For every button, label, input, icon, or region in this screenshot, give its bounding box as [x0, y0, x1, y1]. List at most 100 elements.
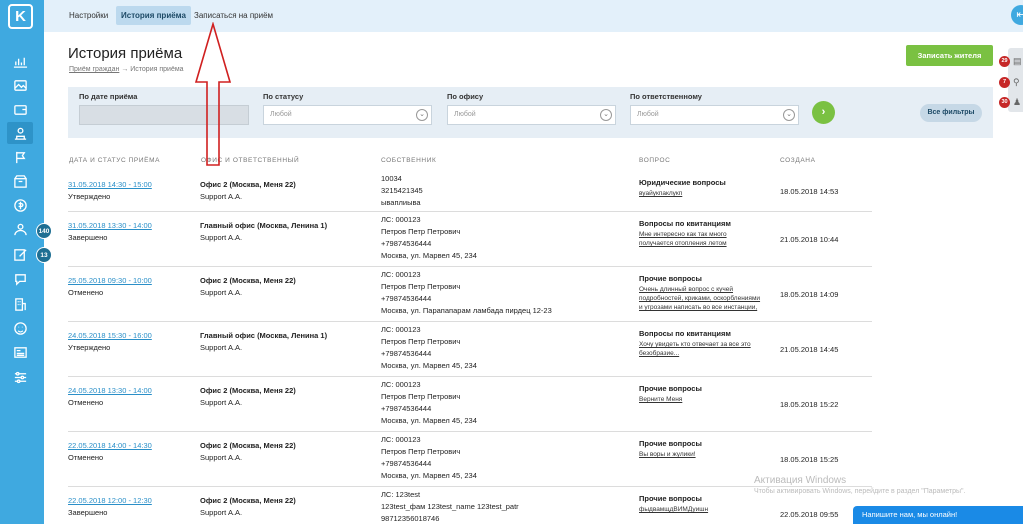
- owner-line: Петров Петр Петрович: [381, 227, 461, 236]
- sidebar: K 140 13: [0, 0, 52, 524]
- owner-line: Москва, ул. Парапапарам ламбада пирдец 1…: [381, 306, 552, 315]
- owner-line: 3215421345: [381, 186, 423, 195]
- table-row[interactable]: 22.05.2018 14:00 - 14:30 Отменено Офис 2 (…: [68, 432, 872, 487]
- owner-line: Петров Петр Петрович: [381, 392, 461, 401]
- date-cell: 22.05.2018 12:00 - 12:30 Завершено: [68, 495, 152, 519]
- created-date: 18.05.2018 15:25: [780, 454, 839, 464]
- appointment-date-link[interactable]: 24.05.2018 15:30 - 16:00: [68, 331, 152, 340]
- chevron-down-icon: ⌄: [600, 109, 612, 121]
- office-filter-select[interactable]: Любой ⌄: [447, 105, 616, 125]
- office-filter-value: Любой: [454, 111, 476, 118]
- settings-sliders-icon[interactable]: [7, 366, 33, 388]
- wallet-icon[interactable]: [7, 98, 33, 120]
- question-text: подробностей, криками, оскорблениями: [639, 295, 761, 302]
- picture-icon[interactable]: [7, 74, 33, 96]
- add-resident-button[interactable]: Записать жителя: [906, 45, 993, 66]
- edit-count-badge: 13: [36, 247, 52, 263]
- question-text: Хочу увидеть кто отвечает за все это: [639, 341, 751, 348]
- chat-bubble-icon[interactable]: [7, 268, 33, 290]
- owner-cell: ЛС: 000123 Петров Петр Петрович +798745364…: [381, 379, 477, 427]
- chevron-down-icon: ⌄: [783, 109, 795, 121]
- table-row[interactable]: 22.05.2018 12:00 - 12:30 Завершено Офис 2 …: [68, 487, 872, 524]
- right-badge-2: 7: [999, 77, 1010, 88]
- search-icon[interactable]: ⚲: [1013, 77, 1023, 87]
- owner-line: +79874536444: [381, 239, 432, 248]
- breadcrumb: Приём граждан → История приёма: [69, 66, 184, 73]
- news-icon[interactable]: [7, 341, 33, 363]
- status-text: Отменено: [68, 453, 104, 462]
- status-filter-select[interactable]: Любой ⌄: [263, 105, 432, 125]
- office-cell: Главный офис (Москва, Ленина 1) Support A…: [200, 220, 327, 244]
- appointment-date-link[interactable]: 22.05.2018 14:00 - 14:30: [68, 441, 152, 450]
- responsible-name: Support A.A.: [200, 192, 243, 201]
- question-cell: Прочие вопросы Очень длинный вопрос с куч…: [639, 273, 760, 312]
- app-logo[interactable]: K: [8, 4, 33, 29]
- table-row[interactable]: 25.05.2018 09:30 - 10:00 Отменено Офис 2 (…: [68, 267, 872, 322]
- chart-icon[interactable]: [7, 50, 33, 72]
- question-cell: Прочие вопросы Верните Меня: [639, 383, 702, 404]
- table-row[interactable]: 31.05.2018 14:30 - 15:00 Утверждено Офис 2…: [68, 171, 872, 212]
- question-text: получается отопления летом: [639, 240, 727, 247]
- question-text: Вы воры и жулики!: [639, 451, 696, 458]
- appointment-date-link[interactable]: 22.05.2018 12:00 - 12:30: [68, 496, 152, 505]
- responsible-name: Support A.A.: [200, 288, 243, 297]
- responsible-name: Support A.A.: [200, 233, 243, 242]
- chat-widget[interactable]: Напишите нам, мы онлайн!: [853, 506, 1023, 524]
- header-owner: СОБСТВЕННИК: [381, 157, 437, 164]
- responsible-name: Support A.A.: [200, 453, 243, 462]
- owner-line: +79874536444: [381, 459, 432, 468]
- page-title: История приёма: [68, 45, 183, 62]
- apply-filter-button[interactable]: ›: [812, 101, 835, 124]
- owner-cell: ЛС: 000123 Петров Петр Петрович +798745364…: [381, 269, 552, 317]
- appointment-date-link[interactable]: 31.05.2018 14:30 - 15:00: [68, 180, 152, 189]
- header-created: СОЗДАНА: [780, 157, 816, 164]
- office-name: Офис 2 (Москва, Меня 22): [200, 386, 296, 395]
- question-text: Верните Меня: [639, 396, 683, 403]
- top-bar: Настройки История приёма Записаться на п…: [44, 0, 1023, 32]
- appointment-date-link[interactable]: 24.05.2018 13:30 - 14:00: [68, 386, 152, 395]
- owner-cell: ЛС: 000123 Петров Петр Петрович +798745364…: [381, 214, 477, 262]
- box-icon[interactable]: [7, 170, 33, 192]
- question-cell: Вопросы по квитанциям Мне интересно как т…: [639, 218, 731, 248]
- table-row[interactable]: 24.05.2018 13:30 - 14:00 Отменено Офис 2 (…: [68, 377, 872, 432]
- table-row[interactable]: 24.05.2018 15:30 - 16:00 Утверждено Главны…: [68, 322, 872, 377]
- tab-history[interactable]: История приёма: [116, 6, 191, 25]
- all-filters-button[interactable]: Все фильтры: [920, 104, 982, 122]
- building-icon[interactable]: [7, 293, 33, 315]
- date-cell: 25.05.2018 09:30 - 10:00 Отменено: [68, 275, 152, 299]
- owner-line: 123test_фам 123test_name 123test_patr: [381, 502, 519, 511]
- question-text: безобразие...: [639, 350, 680, 357]
- breadcrumb-current: → История приёма: [121, 66, 184, 73]
- edit-icon[interactable]: [7, 243, 33, 265]
- question-text: Очень длинный вопрос с кучей: [639, 286, 733, 293]
- watermark-title: Активация Windows: [754, 475, 847, 486]
- owner-line: Москва, ул. Марвел 45, 234: [381, 416, 477, 425]
- coin-icon[interactable]: [7, 194, 33, 216]
- question-category: Вопросы по квитанциям: [639, 219, 731, 228]
- appointment-date-link[interactable]: 25.05.2018 09:30 - 10:00: [68, 276, 152, 285]
- owner-line: Петров Петр Петрович: [381, 337, 461, 346]
- table-row[interactable]: 31.05.2018 13:30 - 14:00 Завершено Главный…: [68, 212, 872, 267]
- created-date: 18.05.2018 15:22: [780, 399, 839, 409]
- owner-line: 10034: [381, 174, 402, 183]
- tab-settings[interactable]: Настройки: [64, 6, 113, 25]
- smiley-icon[interactable]: [7, 317, 33, 339]
- appointment-date-link[interactable]: 31.05.2018 13:30 - 14:00: [68, 221, 152, 230]
- date-filter-label: По дате приёма: [79, 92, 138, 101]
- flag-icon[interactable]: [7, 146, 33, 168]
- breadcrumb-link[interactable]: Приём граждан: [69, 66, 119, 73]
- responsible-filter-label: По ответственному: [630, 92, 702, 101]
- owner-line: ЛС: 000123: [381, 215, 421, 224]
- list-icon[interactable]: ▤: [1013, 56, 1023, 66]
- owner-line: +79874536444: [381, 294, 432, 303]
- owner-line: Москва, ул. Марвел 45, 234: [381, 471, 477, 480]
- users-icon[interactable]: [7, 218, 33, 240]
- status-filter-value: Любой: [270, 111, 292, 118]
- reception-icon[interactable]: [7, 122, 33, 144]
- created-date: 21.05.2018 14:45: [780, 344, 839, 354]
- responsible-filter-select[interactable]: Любой ⌄: [630, 105, 799, 125]
- user-icon[interactable]: ♟: [1013, 97, 1023, 107]
- office-cell: Главный офис (Москва, Ленина 1) Support A…: [200, 330, 327, 354]
- owner-line: +79874536444: [381, 404, 432, 413]
- responsible-name: Support A.A.: [200, 508, 243, 517]
